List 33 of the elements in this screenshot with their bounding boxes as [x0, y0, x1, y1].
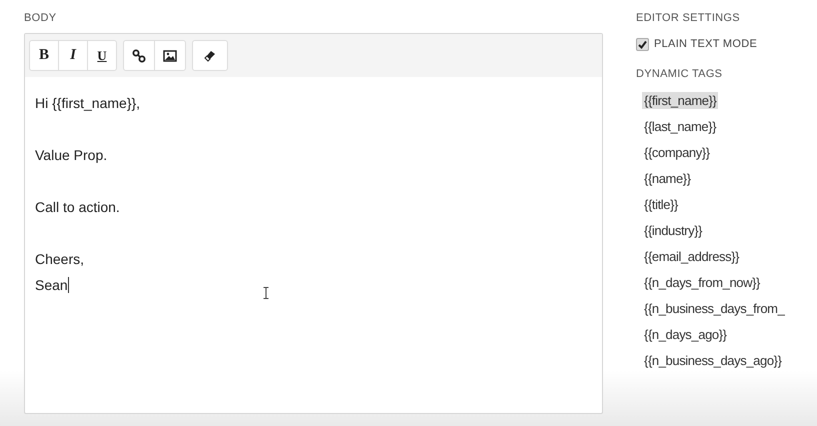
underline-button[interactable]: U	[87, 40, 117, 71]
editor-area[interactable]: B I U Hi {{first_name}}, Value Prop. Call to action. Cheers, Sean	[24, 33, 603, 414]
eraser-icon	[203, 48, 217, 62]
section-label: DYNAMIC TAGS	[636, 68, 724, 82]
checkbox[interactable]	[636, 38, 649, 50]
bold-button[interactable]: B	[29, 40, 59, 71]
link-icon	[132, 48, 146, 62]
body-text: Value Prop.	[35, 146, 108, 165]
body-text: Hi {{first_name}},	[35, 94, 140, 113]
link-button[interactable]	[123, 40, 155, 71]
body-text: Sean	[35, 276, 68, 295]
tag-item[interactable]: {{email_address}}	[642, 248, 742, 264]
italic-button[interactable]: I	[58, 40, 88, 71]
tag-item[interactable]: {{n_days_ago}}	[642, 326, 729, 342]
text-caret	[68, 277, 69, 293]
tag-item[interactable]: {{industry}}	[642, 222, 704, 238]
section-label: EDITOR SETTINGS	[636, 12, 741, 26]
text-cursor-icon	[263, 287, 269, 299]
section-label: BODY	[24, 12, 58, 26]
tag-item[interactable]: {{first_name}}	[642, 92, 718, 108]
tag-item[interactable]: {{n_days_from_now}}	[642, 274, 762, 290]
tag-item[interactable]: {{n_business_days_from_	[642, 300, 786, 316]
tag-item[interactable]: {{n_business_days_ago}}	[642, 352, 784, 368]
body-text: Call to action.	[35, 198, 120, 217]
checkbox-label: PLAIN TEXT MODE	[654, 38, 758, 50]
tag-item[interactable]: {{company}}	[642, 144, 712, 160]
image-icon	[163, 48, 177, 62]
image-button[interactable]	[154, 40, 186, 71]
body-text: Cheers,	[35, 250, 84, 269]
tag-item[interactable]: {{last_name}}	[642, 118, 718, 134]
tag-item[interactable]: {{name}}	[642, 170, 693, 186]
tag-item[interactable]: {{title}}	[642, 196, 680, 212]
eraser-button[interactable]	[192, 40, 228, 71]
